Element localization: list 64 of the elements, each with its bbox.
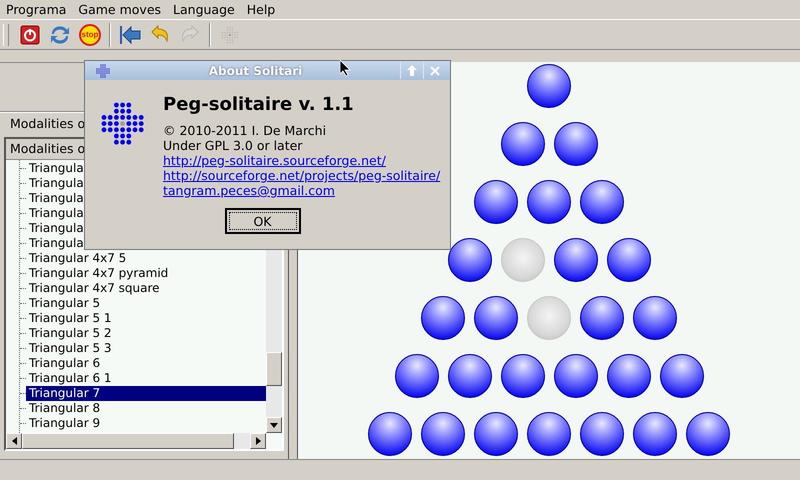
peg[interactable] <box>474 296 518 340</box>
up-arrow-icon <box>407 65 417 76</box>
peg[interactable] <box>554 354 598 398</box>
scroll-right-button[interactable] <box>250 433 266 449</box>
info-text: Under GPL 3.0 or later <box>163 138 304 153</box>
tree-item[interactable]: Triangular 5 <box>26 296 266 311</box>
peg[interactable] <box>580 296 624 340</box>
down-arrow-icon <box>270 422 278 428</box>
peg-board-icon <box>101 102 145 146</box>
peg[interactable] <box>421 296 465 340</box>
peg[interactable] <box>686 412 730 456</box>
peg[interactable] <box>474 412 518 456</box>
scroll-thumb[interactable] <box>266 352 282 386</box>
tree-item[interactable]: Triangular 5 2 <box>26 326 266 341</box>
peg[interactable] <box>606 238 650 282</box>
peg[interactable] <box>474 180 518 224</box>
mouse-cursor <box>340 60 351 76</box>
peg[interactable] <box>448 238 492 282</box>
link[interactable]: http://sourceforge.net/projects/peg-solitaire/ <box>163 168 440 183</box>
ok-button[interactable]: OK <box>224 208 300 234</box>
peg[interactable] <box>660 354 704 398</box>
right-arrow-icon <box>256 437 260 445</box>
peg[interactable] <box>527 180 571 224</box>
tree-item[interactable]: Triangular 5 3 <box>26 341 266 356</box>
tree-item[interactable]: Triangular 4x7 square <box>26 281 266 296</box>
scroll-thumb[interactable] <box>22 433 234 449</box>
menu-item[interactable]: Game moves <box>74 2 170 17</box>
horizontal-scrollbar[interactable] <box>6 433 266 449</box>
tree-item[interactable]: Triangular 6 <box>26 356 266 371</box>
scroll-down-button[interactable] <box>266 417 282 433</box>
menu-item[interactable]: Programa <box>2 2 74 17</box>
close-icon <box>430 66 440 76</box>
peg[interactable] <box>368 412 412 456</box>
tree-item[interactable]: Triangular 4x7 pyramid <box>26 266 266 281</box>
peg[interactable] <box>421 412 465 456</box>
menu-item[interactable]: Language <box>169 2 243 17</box>
menu-item[interactable]: Help <box>242 2 284 17</box>
peg[interactable] <box>633 412 677 456</box>
peg[interactable] <box>580 180 624 224</box>
scroll-left-button[interactable] <box>6 433 22 449</box>
app-name: Peg-solitaire v. 1.1 <box>163 94 355 115</box>
info-text: © 2010-2011 I. De Marchi <box>163 123 328 138</box>
peg[interactable] <box>448 354 492 398</box>
tree-item[interactable]: Triangular 8 <box>26 401 266 416</box>
peg[interactable] <box>606 354 650 398</box>
left-arrow-icon <box>12 437 16 445</box>
peg[interactable] <box>500 354 544 398</box>
tree-item[interactable]: Triangular 4x7 5 <box>26 251 266 266</box>
tree-item[interactable]: Triangular 7 <box>26 386 266 401</box>
link[interactable]: tangram.peces@gmail.com <box>163 183 335 198</box>
link[interactable]: http://peg-solitaire.sourceforge.net/ <box>163 153 386 168</box>
board-icon <box>95 64 111 78</box>
peg[interactable] <box>580 412 624 456</box>
peg[interactable] <box>527 412 571 456</box>
tree-item[interactable]: Triangular 9 <box>26 416 266 431</box>
tree-item[interactable]: Triangular 6 1 <box>26 371 266 386</box>
peg[interactable] <box>500 122 544 166</box>
peg[interactable] <box>527 64 571 108</box>
dialog-title: About Solitari <box>208 64 302 78</box>
peg[interactable] <box>554 238 598 282</box>
peg[interactable] <box>633 296 677 340</box>
tree-item[interactable]: Triangular 5 1 <box>26 311 266 326</box>
peg[interactable] <box>394 354 438 398</box>
peg[interactable] <box>554 122 598 166</box>
